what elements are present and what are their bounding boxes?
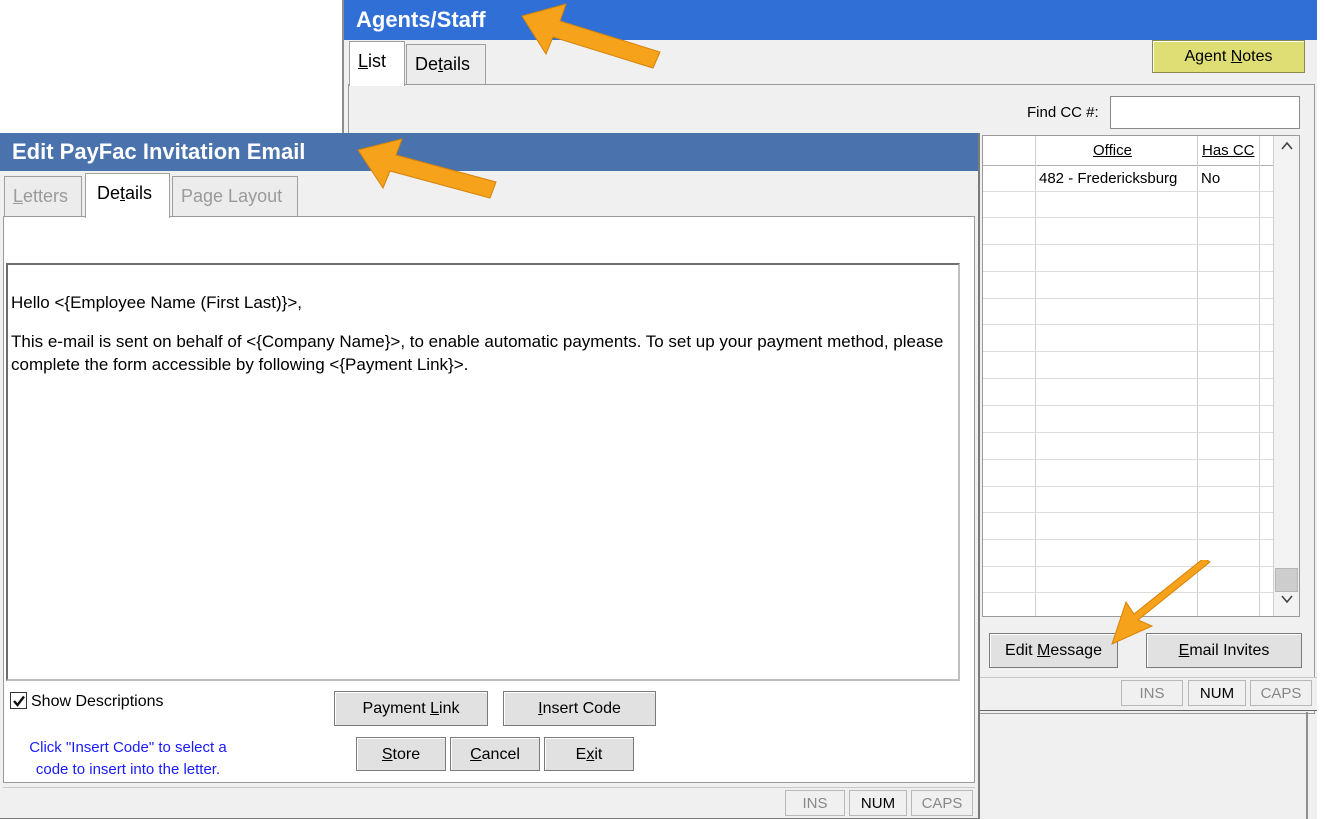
- status-ins: INS: [1121, 680, 1183, 706]
- show-descriptions-checkbox[interactable]: Show Descriptions: [10, 692, 164, 711]
- find-cc-label: Find CC #:: [1027, 104, 1099, 121]
- tab-label-hotkey: L: [358, 51, 369, 71]
- button-label: ancel: [481, 746, 520, 763]
- email-body-editor[interactable]: Hello <{Employee Name (First Last)}>, Th…: [6, 263, 960, 681]
- checkmark-icon[interactable]: [10, 692, 27, 709]
- email-body-paragraph: This e-mail is sent on behalf of <{Compa…: [11, 332, 944, 374]
- agents-status-bar: INS NUM CAPS: [980, 677, 1317, 710]
- tab-details[interactable]: Details: [406, 44, 486, 84]
- tab-letters[interactable]: Letters: [4, 176, 82, 216]
- find-cc-input[interactable]: [1110, 96, 1300, 129]
- scroll-down-icon[interactable]: [1274, 592, 1299, 616]
- agents-grid[interactable]: Office Has CC 482 - Fredericksburg No: [982, 135, 1300, 617]
- tab-details[interactable]: Details: [85, 173, 170, 218]
- button-label: Agent: [1184, 48, 1231, 65]
- column-header-office[interactable]: Office: [1093, 142, 1132, 159]
- button-label-hotkey: L: [430, 700, 440, 717]
- payment-link-button[interactable]: Payment Link: [334, 691, 488, 726]
- tab-label: etters: [23, 186, 69, 206]
- grid-scrollbar[interactable]: [1273, 136, 1299, 616]
- store-button[interactable]: Store: [356, 737, 446, 771]
- button-label: nsert Code: [542, 700, 621, 717]
- show-descriptions-label: Show Descriptions: [31, 693, 164, 710]
- button-label: Payment: [362, 700, 431, 717]
- cell-has-cc: No: [1201, 170, 1221, 187]
- email-status-bar: INS NUM CAPS: [3, 787, 975, 818]
- tab-label: ails: [443, 54, 471, 74]
- button-label: essage: [1050, 642, 1102, 659]
- email-invites-button[interactable]: Email Invites: [1146, 633, 1302, 668]
- agent-notes-button[interactable]: Agent Notes: [1152, 40, 1305, 73]
- scroll-up-icon[interactable]: [1274, 139, 1299, 163]
- button-label: otes: [1242, 48, 1273, 65]
- button-label-hotkey: C: [470, 746, 482, 763]
- column-header-has-cc[interactable]: Has CC: [1202, 142, 1255, 159]
- button-label: E: [575, 746, 587, 763]
- tab-list[interactable]: List: [349, 41, 405, 86]
- status-caps: CAPS: [1250, 680, 1312, 706]
- cell-office: 482 - Fredericksburg: [1039, 170, 1178, 187]
- tab-page-layout[interactable]: Page Layout: [172, 176, 298, 216]
- tab-label: De: [97, 183, 121, 203]
- tab-label: De: [415, 54, 439, 74]
- status-num: NUM: [849, 790, 907, 816]
- status-ins: INS: [785, 790, 845, 816]
- insert-code-help-text: Click "Insert Code" to select a code to …: [29, 739, 227, 778]
- button-label: Edit: [1005, 642, 1038, 659]
- button-label-hotkey: E: [1178, 642, 1190, 659]
- edit-message-button[interactable]: Edit Message: [989, 633, 1118, 668]
- status-num: NUM: [1188, 680, 1246, 706]
- tab-label: ails: [125, 183, 153, 203]
- agents-window-title: Agents/Staff: [344, 0, 1317, 40]
- button-label: it: [594, 746, 603, 763]
- tab-label-hotkey: g: [203, 186, 214, 206]
- scroll-thumb[interactable]: [1275, 568, 1298, 592]
- exit-button[interactable]: Exit: [544, 737, 634, 771]
- button-label: tore: [392, 746, 421, 763]
- edit-email-window: Edit PayFac Invitation Email Letters Det…: [0, 133, 980, 819]
- tab-label: Pa: [181, 186, 204, 206]
- tab-label-hotkey: L: [13, 186, 24, 206]
- cancel-button[interactable]: Cancel: [450, 737, 540, 771]
- insert-code-button[interactable]: Insert Code: [503, 691, 656, 726]
- tab-label: e Layout: [213, 186, 283, 206]
- email-window-title: Edit PayFac Invitation Email: [0, 133, 978, 171]
- tab-label: ist: [368, 51, 387, 71]
- email-greeting-line: Hello <{Employee Name (First Last)}>,: [11, 293, 303, 312]
- status-caps: CAPS: [911, 790, 973, 816]
- button-label-hotkey: N: [1230, 48, 1243, 65]
- button-label-hotkey: S: [381, 746, 393, 763]
- button-label: mail Invites: [1189, 642, 1270, 659]
- button-label: ink: [439, 700, 460, 717]
- button-label-hotkey: M: [1037, 642, 1051, 659]
